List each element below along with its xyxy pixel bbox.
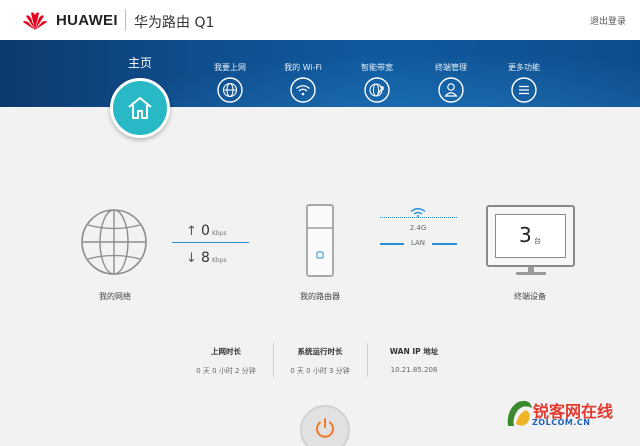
router-admin-page: HUAWEI 华为路由 Q1 退出登录 主页 我要上网 我的 Wi-Fi 智能带… (0, 0, 640, 446)
wifi-link-line (380, 217, 457, 218)
stat-label: 系统运行时长 (297, 347, 343, 356)
tab-wifi[interactable]: 我的 Wi-Fi (273, 62, 333, 103)
stat-value: 0 天 0 小时 2 分钟 (196, 367, 256, 375)
tab-wifi-label: 我的 Wi-Fi (284, 63, 322, 72)
stat-wan-ip: WAN IP 地址 10.21.85.208 (368, 346, 460, 374)
top-bar: HUAWEI 华为路由 Q1 退出登录 (0, 0, 640, 40)
network-label: 我的网络 (99, 292, 131, 301)
tab-devices[interactable]: 终端管理 (421, 62, 481, 103)
download-speed: ↓ 8 Kbps (186, 250, 227, 266)
tab-internet-label: 我要上网 (214, 63, 246, 72)
upload-unit: Kbps (211, 230, 227, 237)
tab-home-label: 主页 (128, 56, 153, 70)
tab-home[interactable] (110, 78, 170, 138)
stat-value: 10.21.85.208 (390, 366, 438, 374)
home-icon (128, 97, 152, 119)
stat-label: 上网时长 (211, 347, 241, 356)
monitor-base (516, 272, 546, 275)
upload-speed: ↑ 0 Kbps (186, 223, 227, 239)
wifi-icon (290, 77, 316, 103)
menu-icon (511, 77, 537, 103)
brand-name: HUAWEI (56, 12, 118, 29)
wifi-signal-icon (410, 208, 426, 217)
lan-label: LAN (404, 239, 432, 247)
power-icon (316, 418, 334, 438)
speed-divider (172, 242, 249, 243)
device-count-unit: 台 (534, 237, 541, 245)
tab-devices-label: 终端管理 (435, 63, 467, 72)
user-icon (438, 77, 464, 103)
download-unit: Kbps (211, 257, 227, 264)
router-icon[interactable] (306, 204, 334, 277)
huawei-logo-icon (23, 12, 47, 31)
arrow-down-icon: ↓ (186, 251, 197, 266)
device-count: 3 (519, 223, 532, 247)
logout-link[interactable]: 退出登录 (590, 14, 626, 27)
bandwidth-globe-icon (364, 77, 390, 103)
stat-label: WAN IP 地址 (389, 347, 439, 356)
stat-online-time: 上网时长 0 天 0 小时 2 分钟 (180, 346, 272, 376)
stat-uptime: 系统运行时长 0 天 0 小时 3 分钟 (274, 346, 366, 376)
brand-divider (125, 9, 126, 31)
tab-internet[interactable]: 我要上网 (200, 62, 260, 103)
band-label: 2.4G (409, 224, 427, 232)
product-title: 华为路由 Q1 (134, 15, 215, 31)
tab-more[interactable]: 更多功能 (494, 62, 554, 103)
download-value: 8 (201, 250, 210, 266)
arrow-up-icon: ↑ (186, 224, 197, 239)
router-label: 我的路由器 (300, 292, 340, 301)
tab-bandwidth-label: 智能带宽 (361, 63, 393, 72)
tab-more-label: 更多功能 (508, 63, 540, 72)
watermark-logo-icon (507, 400, 532, 426)
watermark-sub: ZOLCOM.CN (532, 418, 591, 427)
upload-value: 0 (201, 223, 210, 239)
stat-value: 0 天 0 小时 3 分钟 (290, 367, 350, 375)
globe-icon (217, 77, 243, 103)
devices-label: 终端设备 (514, 292, 546, 301)
tab-bandwidth[interactable]: 智能带宽 (347, 62, 407, 103)
network-globe-icon[interactable] (80, 208, 148, 276)
